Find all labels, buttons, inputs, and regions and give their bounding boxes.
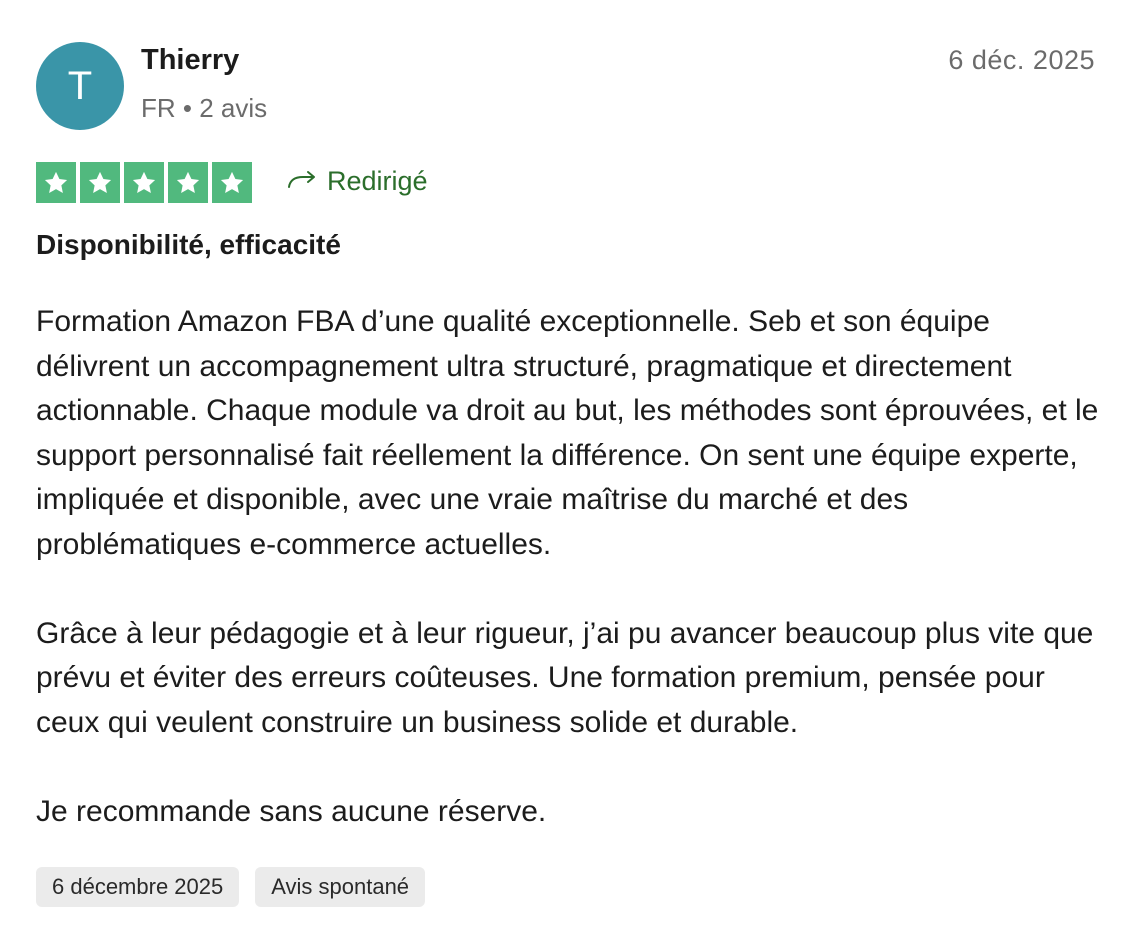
experience-date-tag: 6 décembre 2025: [36, 867, 240, 907]
avatar-initial: T: [67, 63, 93, 108]
star-icon: [212, 162, 252, 203]
review-date: 6 déc. 2025: [948, 45, 1095, 75]
star-icon: [124, 162, 164, 203]
review-paragraph: Formation Amazon FBA d’une qualité excep…: [36, 305, 1099, 561]
review-title: Disponibilité, efficacité: [36, 229, 341, 260]
star-rating: [36, 162, 252, 203]
avatar[interactable]: T: [36, 42, 124, 130]
redirect-arrow-icon: [287, 166, 317, 197]
review-tags: 6 décembre 2025 Avis spontané: [36, 867, 426, 907]
redirect-label[interactable]: Redirigé: [287, 166, 428, 197]
review-card: T Thierry FR • 2 avis 6 déc. 2025 Rediri…: [0, 0, 1134, 936]
review-body: Formation Amazon FBA d’une qualité excep…: [36, 300, 1106, 879]
redirect-text: Redirigé: [327, 166, 428, 196]
review-paragraph: Je recommande sans aucune réserve.: [36, 794, 547, 828]
star-icon: [168, 162, 208, 203]
review-paragraph: Grâce à leur pédagogie et à leur rigueur…: [36, 616, 1094, 739]
star-icon: [36, 162, 76, 203]
star-icon: [80, 162, 120, 203]
reviewer-name[interactable]: Thierry: [141, 44, 239, 77]
spontaneous-review-tag[interactable]: Avis spontané: [255, 867, 426, 907]
reviewer-meta: FR • 2 avis: [141, 93, 268, 123]
